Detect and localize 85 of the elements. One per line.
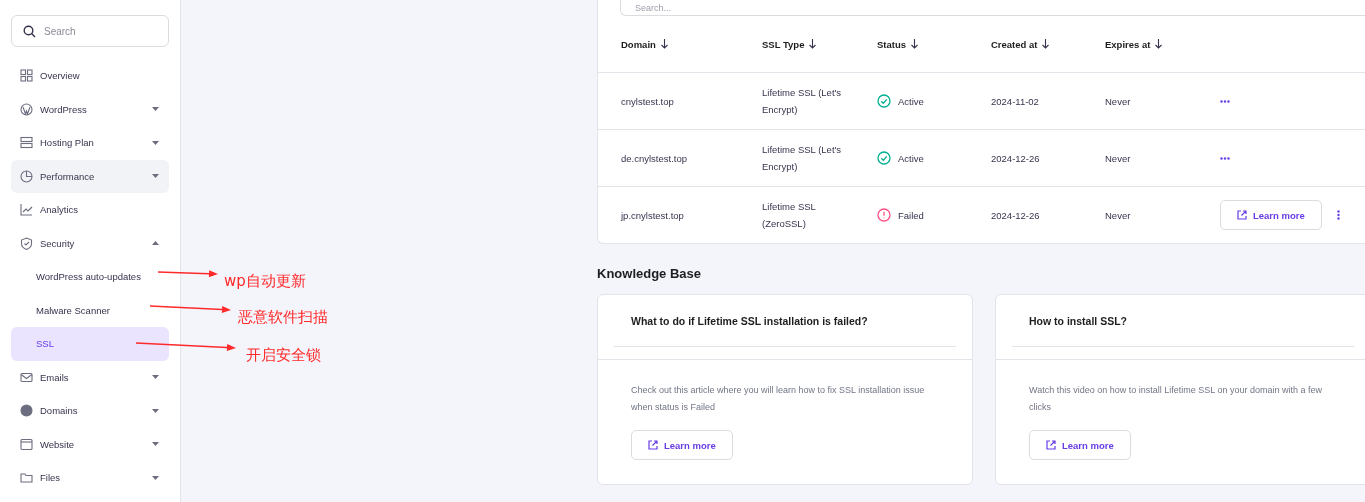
sidebar-subitem[interactable]: WordPress auto-updates [11,260,169,294]
sort-arrow-icon[interactable] [911,39,919,49]
annotation-label: 开启安全锁 [246,346,321,365]
sidebar-item[interactable]: Hosting Plan [11,126,169,160]
check-circle-icon [877,151,891,165]
column-title: Created at [991,38,1038,50]
sidebar-item[interactable]: WordPress [11,92,169,126]
expires-text: Never [1105,209,1132,221]
sidebar-item[interactable]: Security [11,226,169,260]
annotation-arrow [157,270,218,278]
column-header[interactable]: SSL Type [762,38,877,50]
learn-more-button[interactable]: Learn more [631,430,733,460]
domain-text: de.cnylstest.top [621,152,688,164]
annotation-label: wp自动更新 [224,272,306,291]
window-icon [20,437,33,451]
article-description: Watch this video on how to install Lifetime SSL on your domain with a few clicks [1029,384,1323,414]
article-title: How to install SSL? [1029,314,1127,327]
created-date: 2024-12-26 [991,152,1041,164]
sidebar-item[interactable]: Website [11,427,169,461]
external-link-icon [1237,210,1247,220]
column-title: SSL Type [762,38,805,50]
column-header[interactable]: Status [877,38,991,50]
grid-icon [20,69,33,83]
wordpress-icon [20,102,33,116]
sort-arrow-icon[interactable] [660,39,668,49]
ssl-type-text: Lifetime SSL (Let's Encrypt) [762,143,843,174]
caret-icon [152,475,159,480]
column-header[interactable]: Expires at [1105,38,1220,50]
sidebar-item[interactable]: Emails [11,360,169,394]
column-title: Expires at [1105,38,1151,50]
sidebar-item[interactable]: Overview [11,59,169,93]
sidebar-item[interactable]: Files [11,461,169,495]
learn-more-button[interactable]: Learn more [1220,200,1322,230]
column-header[interactable]: Domain [621,38,762,50]
expires-text: Never [1105,152,1132,164]
external-link-icon [648,440,658,450]
ssl-type-text: Lifetime SSL (Let's Encrypt) [762,86,843,117]
status-text: Active [898,152,924,164]
line-chart-icon [20,203,33,217]
caret-icon [152,442,159,447]
check-circle-icon [877,94,891,108]
status-text: Active [898,95,924,107]
more-horizontal-icon[interactable] [1220,99,1230,103]
external-link-icon [1046,440,1056,450]
column-title: Status [877,38,907,50]
domain-text: cnylstest.top [621,95,675,107]
created-date: 2024-11-02 [991,95,1040,107]
sort-arrow-icon[interactable] [1042,39,1050,49]
domain-text: jp.cnylstest.top [621,209,685,221]
section-title: Knowledge Base [597,266,702,281]
learn-more-button[interactable]: Learn more [1029,430,1131,460]
article-title: What to do if Lifetime SSL installation is failed? [631,314,868,327]
article-description: Check out this article where you will learn how to fix SSL installation issue when status is Failed [631,384,926,414]
expires-text: Never [1105,95,1132,107]
more-horizontal-icon[interactable] [1220,156,1230,160]
search-field[interactable]: Search [11,15,169,47]
search-icon [23,25,36,38]
caret-icon [152,241,159,246]
more-vertical-icon[interactable] [1336,210,1340,220]
status-text: Failed [898,209,924,221]
sort-arrow-icon[interactable] [1155,39,1163,49]
sort-arrow-icon[interactable] [809,39,817,49]
pie-chart-icon [20,169,33,183]
mail-icon [20,370,33,384]
caret-icon [152,375,159,380]
search-field[interactable]: Search... [620,0,1365,16]
caret-icon [152,174,159,179]
sidebar-subitem[interactable]: SSL [11,327,169,361]
sidebar-item[interactable]: Performance [11,159,169,193]
annotation-label: 恶意软件扫描 [238,308,328,327]
shield-icon [20,236,33,250]
created-date: 2024-12-26 [991,209,1041,221]
caret-icon [152,140,159,145]
ssl-type-text: Lifetime SSL (ZeroSSL) [762,200,817,231]
folder-icon [20,471,33,485]
server-icon [20,136,33,150]
sidebar-item[interactable]: Domains [11,394,169,428]
alert-circle-icon [877,208,891,222]
column-title: Domain [621,38,656,50]
caret-icon [152,408,159,413]
column-header[interactable]: Created at [991,38,1105,50]
globe-icon [20,404,33,418]
caret-icon [152,107,159,112]
sidebar-subitem[interactable]: Malware Scanner [11,293,169,327]
sidebar-item[interactable]: Analytics [11,193,169,227]
